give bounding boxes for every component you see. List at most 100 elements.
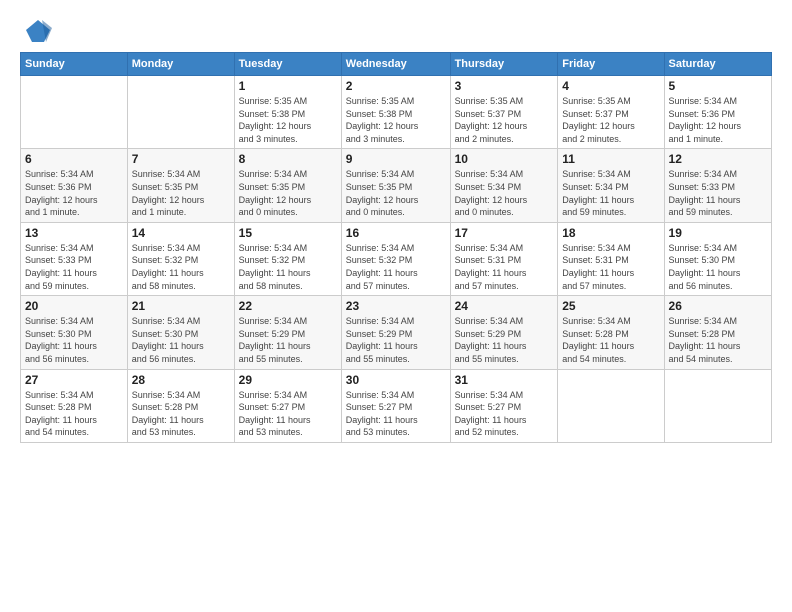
calendar-cell [558,369,664,442]
day-number: 10 [455,152,554,166]
weekday-friday: Friday [558,53,664,76]
header [20,16,772,44]
day-info: Sunrise: 5:35 AM Sunset: 5:38 PM Dayligh… [346,95,446,145]
calendar-week-4: 20 Sunrise: 5:34 AM Sunset: 5:30 PM Dayli… [21,296,772,369]
calendar-header: SundayMondayTuesdayWednesdayThursdayFrid… [21,53,772,76]
day-info: Sunrise: 5:34 AM Sunset: 5:33 PM Dayligh… [25,242,123,292]
weekday-tuesday: Tuesday [234,53,341,76]
day-number: 7 [132,152,230,166]
day-info: Sunrise: 5:34 AM Sunset: 5:36 PM Dayligh… [25,168,123,218]
calendar-cell: 2 Sunrise: 5:35 AM Sunset: 5:38 PM Daylig… [341,76,450,149]
calendar-cell: 6 Sunrise: 5:34 AM Sunset: 5:36 PM Daylig… [21,149,128,222]
day-number: 15 [239,226,337,240]
calendar-cell: 20 Sunrise: 5:34 AM Sunset: 5:30 PM Dayli… [21,296,128,369]
day-number: 18 [562,226,659,240]
day-number: 8 [239,152,337,166]
day-number: 13 [25,226,123,240]
calendar-body: 1 Sunrise: 5:35 AM Sunset: 5:38 PM Daylig… [21,76,772,443]
calendar-cell: 27Sunrise: 5:34 AM Sunset: 5:28 PM Dayli… [21,369,128,442]
calendar-cell: 15Sunrise: 5:34 AM Sunset: 5:32 PM Dayli… [234,222,341,295]
day-info: Sunrise: 5:34 AM Sunset: 5:30 PM Dayligh… [132,315,230,365]
day-info: Sunrise: 5:34 AM Sunset: 5:33 PM Dayligh… [669,168,767,218]
day-number: 20 [25,299,123,313]
day-info: Sunrise: 5:34 AM Sunset: 5:30 PM Dayligh… [25,315,123,365]
calendar-cell: 25 Sunrise: 5:34 AM Sunset: 5:28 PM Dayli… [558,296,664,369]
day-info: Sunrise: 5:34 AM Sunset: 5:34 PM Dayligh… [455,168,554,218]
calendar-cell: 9 Sunrise: 5:34 AM Sunset: 5:35 PM Daylig… [341,149,450,222]
day-info: Sunrise: 5:34 AM Sunset: 5:36 PM Dayligh… [669,95,767,145]
day-number: 1 [239,79,337,93]
calendar-cell: 12 Sunrise: 5:34 AM Sunset: 5:33 PM Dayli… [664,149,771,222]
page: SundayMondayTuesdayWednesdayThursdayFrid… [0,0,792,612]
weekday-monday: Monday [127,53,234,76]
calendar-cell: 23Sunrise: 5:34 AM Sunset: 5:29 PM Dayli… [341,296,450,369]
day-number: 14 [132,226,230,240]
weekday-sunday: Sunday [21,53,128,76]
day-number: 2 [346,79,446,93]
calendar-cell: 4 Sunrise: 5:35 AM Sunset: 5:37 PM Daylig… [558,76,664,149]
day-info: Sunrise: 5:34 AM Sunset: 5:29 PM Dayligh… [239,315,337,365]
day-info: Sunrise: 5:34 AM Sunset: 5:27 PM Dayligh… [455,389,554,439]
day-info: Sunrise: 5:34 AM Sunset: 5:28 PM Dayligh… [562,315,659,365]
calendar-cell: 11 Sunrise: 5:34 AM Sunset: 5:34 PM Dayli… [558,149,664,222]
day-info: Sunrise: 5:34 AM Sunset: 5:35 PM Dayligh… [346,168,446,218]
day-info: Sunrise: 5:34 AM Sunset: 5:29 PM Dayligh… [455,315,554,365]
day-info: Sunrise: 5:34 AM Sunset: 5:34 PM Dayligh… [562,168,659,218]
calendar-week-2: 6 Sunrise: 5:34 AM Sunset: 5:36 PM Daylig… [21,149,772,222]
weekday-row: SundayMondayTuesdayWednesdayThursdayFrid… [21,53,772,76]
day-info: Sunrise: 5:35 AM Sunset: 5:37 PM Dayligh… [562,95,659,145]
calendar-cell: 5 Sunrise: 5:34 AM Sunset: 5:36 PM Daylig… [664,76,771,149]
day-info: Sunrise: 5:34 AM Sunset: 5:27 PM Dayligh… [346,389,446,439]
logo [20,16,52,44]
weekday-saturday: Saturday [664,53,771,76]
day-number: 6 [25,152,123,166]
day-number: 9 [346,152,446,166]
calendar-week-3: 13 Sunrise: 5:34 AM Sunset: 5:33 PM Dayli… [21,222,772,295]
calendar-cell: 14Sunrise: 5:34 AM Sunset: 5:32 PM Dayli… [127,222,234,295]
day-info: Sunrise: 5:34 AM Sunset: 5:30 PM Dayligh… [669,242,767,292]
day-number: 3 [455,79,554,93]
day-number: 17 [455,226,554,240]
calendar-cell: 8 Sunrise: 5:34 AM Sunset: 5:35 PM Daylig… [234,149,341,222]
day-number: 19 [669,226,767,240]
calendar-cell: 1 Sunrise: 5:35 AM Sunset: 5:38 PM Daylig… [234,76,341,149]
day-number: 11 [562,152,659,166]
day-number: 25 [562,299,659,313]
day-info: Sunrise: 5:34 AM Sunset: 5:28 PM Dayligh… [25,389,123,439]
day-info: Sunrise: 5:34 AM Sunset: 5:35 PM Dayligh… [132,168,230,218]
day-info: Sunrise: 5:34 AM Sunset: 5:31 PM Dayligh… [562,242,659,292]
day-info: Sunrise: 5:35 AM Sunset: 5:38 PM Dayligh… [239,95,337,145]
day-number: 21 [132,299,230,313]
logo-icon [24,16,52,44]
calendar-cell: 30 Sunrise: 5:34 AM Sunset: 5:27 PM Dayli… [341,369,450,442]
calendar-cell: 7 Sunrise: 5:34 AM Sunset: 5:35 PM Daylig… [127,149,234,222]
calendar-cell: 16Sunrise: 5:34 AM Sunset: 5:32 PM Dayli… [341,222,450,295]
day-info: Sunrise: 5:34 AM Sunset: 5:32 PM Dayligh… [346,242,446,292]
calendar-cell: 24 Sunrise: 5:34 AM Sunset: 5:29 PM Dayli… [450,296,558,369]
calendar: SundayMondayTuesdayWednesdayThursdayFrid… [20,52,772,443]
day-info: Sunrise: 5:34 AM Sunset: 5:35 PM Dayligh… [239,168,337,218]
day-number: 28 [132,373,230,387]
day-number: 22 [239,299,337,313]
day-number: 4 [562,79,659,93]
day-number: 24 [455,299,554,313]
day-number: 5 [669,79,767,93]
calendar-cell: 19 Sunrise: 5:34 AM Sunset: 5:30 PM Dayli… [664,222,771,295]
calendar-cell: 17Sunrise: 5:34 AM Sunset: 5:31 PM Dayli… [450,222,558,295]
calendar-week-5: 27Sunrise: 5:34 AM Sunset: 5:28 PM Dayli… [21,369,772,442]
calendar-cell [21,76,128,149]
day-number: 31 [455,373,554,387]
calendar-cell: 21 Sunrise: 5:34 AM Sunset: 5:30 PM Dayli… [127,296,234,369]
calendar-cell: 10 Sunrise: 5:34 AM Sunset: 5:34 PM Dayli… [450,149,558,222]
day-info: Sunrise: 5:34 AM Sunset: 5:27 PM Dayligh… [239,389,337,439]
calendar-cell [127,76,234,149]
calendar-cell: 18 Sunrise: 5:34 AM Sunset: 5:31 PM Dayli… [558,222,664,295]
weekday-thursday: Thursday [450,53,558,76]
day-info: Sunrise: 5:34 AM Sunset: 5:28 PM Dayligh… [669,315,767,365]
day-number: 12 [669,152,767,166]
day-number: 23 [346,299,446,313]
day-number: 30 [346,373,446,387]
calendar-cell: 3 Sunrise: 5:35 AM Sunset: 5:37 PM Daylig… [450,76,558,149]
day-number: 29 [239,373,337,387]
day-info: Sunrise: 5:35 AM Sunset: 5:37 PM Dayligh… [455,95,554,145]
